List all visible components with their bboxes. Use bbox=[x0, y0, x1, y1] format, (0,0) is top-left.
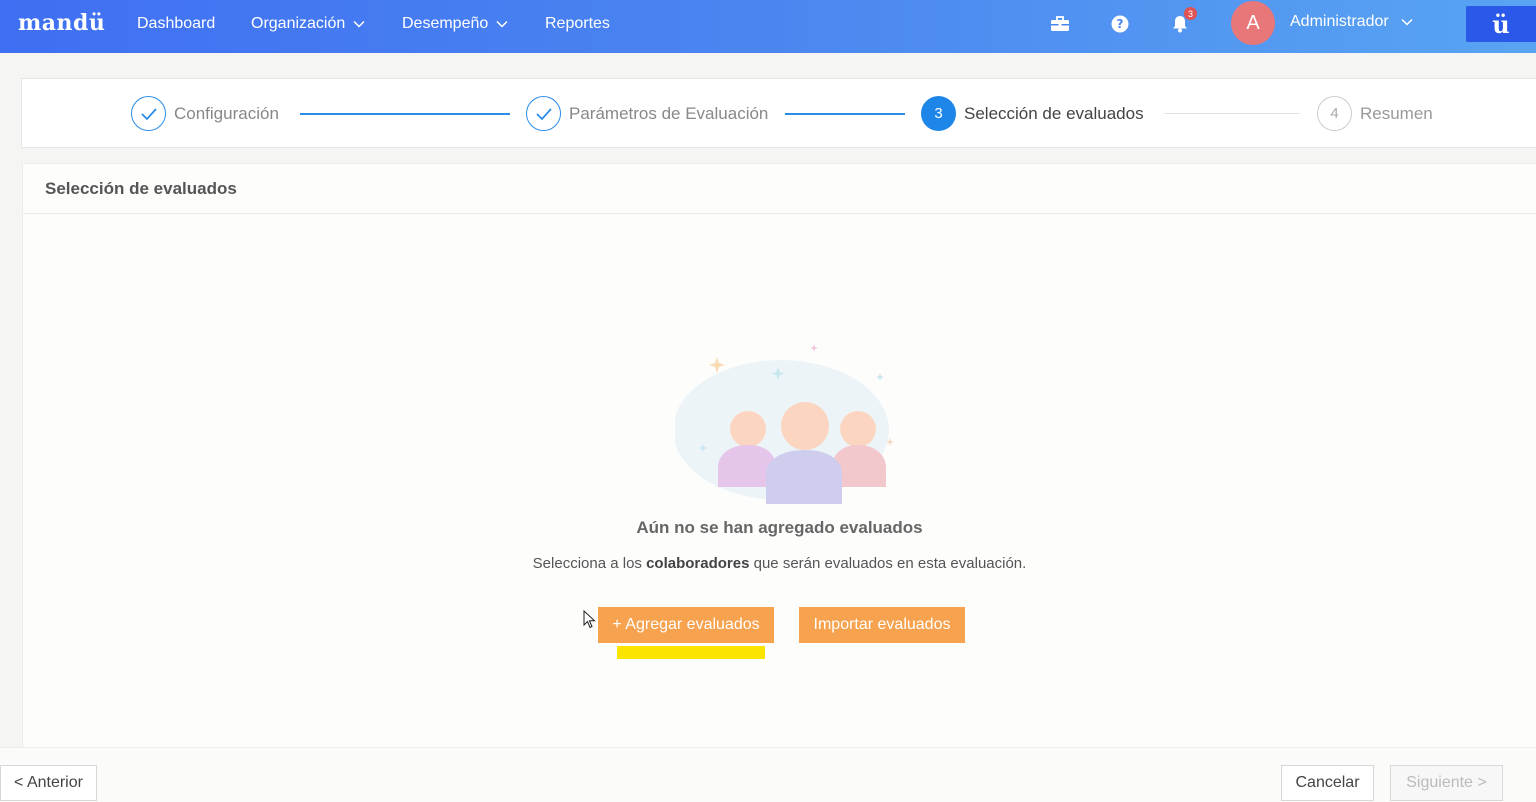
nav-reportes[interactable]: Reportes bbox=[545, 15, 610, 33]
notifications-button[interactable]: 3 bbox=[1169, 7, 1197, 35]
nav-organizacion[interactable]: Organización bbox=[251, 15, 365, 33]
notification-badge: 3 bbox=[1184, 7, 1197, 20]
nav-desempeno-label: Desempeño bbox=[402, 15, 489, 32]
people-illustration bbox=[675, 344, 894, 504]
svg-text:?: ? bbox=[1117, 17, 1124, 31]
brand-button[interactable]: ü bbox=[1466, 6, 1536, 42]
step-label: Resumen bbox=[1360, 103, 1433, 123]
next-button[interactable]: Siguiente > bbox=[1390, 765, 1503, 801]
desc-bold: colaboradores bbox=[646, 555, 750, 572]
mouse-cursor-icon bbox=[583, 610, 596, 629]
nav-reportes-label: Reportes bbox=[545, 15, 610, 32]
step-parametros[interactable]: Parámetros de Evaluación bbox=[526, 96, 768, 131]
help-icon: ? bbox=[1111, 15, 1129, 33]
nav-desempeno[interactable]: Desempeño bbox=[402, 15, 508, 33]
highlight-marker bbox=[617, 646, 765, 659]
step-seleccion[interactable]: 3 Selección de evaluados bbox=[921, 96, 1144, 131]
desc-text: Selecciona a los bbox=[532, 555, 647, 572]
chevron-down-icon bbox=[1401, 18, 1413, 26]
step-resumen[interactable]: 4 Resumen bbox=[1317, 96, 1433, 131]
step-number: 3 bbox=[921, 96, 956, 131]
avatar[interactable]: A bbox=[1231, 1, 1275, 45]
nav-dashboard-label: Dashboard bbox=[137, 15, 216, 32]
chevron-down-icon bbox=[353, 20, 365, 28]
step-label: Configuración bbox=[174, 103, 279, 123]
nav-dashboard[interactable]: Dashboard bbox=[137, 15, 215, 33]
mandu-logo[interactable]: mandü bbox=[18, 10, 105, 36]
empty-state-description: Selecciona a los colaboradores que serán… bbox=[23, 555, 1536, 572]
help-button[interactable]: ? bbox=[1109, 13, 1131, 35]
briefcase-icon bbox=[1051, 16, 1069, 31]
user-menu[interactable]: Administrador bbox=[1290, 13, 1413, 31]
step-label: Parámetros de Evaluación bbox=[569, 103, 769, 123]
previous-button[interactable]: < Anterior bbox=[0, 765, 97, 801]
add-evaluados-button[interactable]: + Agregar evaluados bbox=[598, 607, 774, 643]
cancel-button[interactable]: Cancelar bbox=[1281, 765, 1374, 801]
top-navbar: mandü Dashboard Organización Desempeño R… bbox=[0, 0, 1536, 53]
wizard-footer: < Anterior Cancelar Siguiente > bbox=[0, 747, 1536, 802]
nav-organizacion-label: Organización bbox=[251, 15, 346, 32]
step-connector bbox=[1164, 113, 1300, 114]
empty-state-title: Aún no se han agregado evaluados bbox=[636, 518, 923, 537]
check-icon bbox=[526, 96, 561, 131]
step-configuracion[interactable]: Configuración bbox=[131, 96, 279, 131]
desc-text: que serán evaluados en esta evaluación. bbox=[749, 555, 1027, 572]
step-connector bbox=[785, 113, 905, 115]
evaluados-card: Selección de evaluados Aún no se han agr… bbox=[22, 163, 1536, 753]
step-connector bbox=[300, 113, 510, 115]
user-name-label: Administrador bbox=[1290, 13, 1389, 30]
card-title: Selección de evaluados bbox=[23, 164, 1536, 214]
chevron-down-icon bbox=[496, 20, 508, 28]
wizard-stepper: Configuración Parámetros de Evaluación 3… bbox=[21, 78, 1536, 148]
step-number: 4 bbox=[1317, 96, 1352, 131]
import-evaluados-button[interactable]: Importar evaluados bbox=[799, 607, 965, 643]
check-icon bbox=[131, 96, 166, 131]
briefcase-button[interactable] bbox=[1049, 13, 1071, 35]
step-label: Selección de evaluados bbox=[964, 103, 1144, 123]
